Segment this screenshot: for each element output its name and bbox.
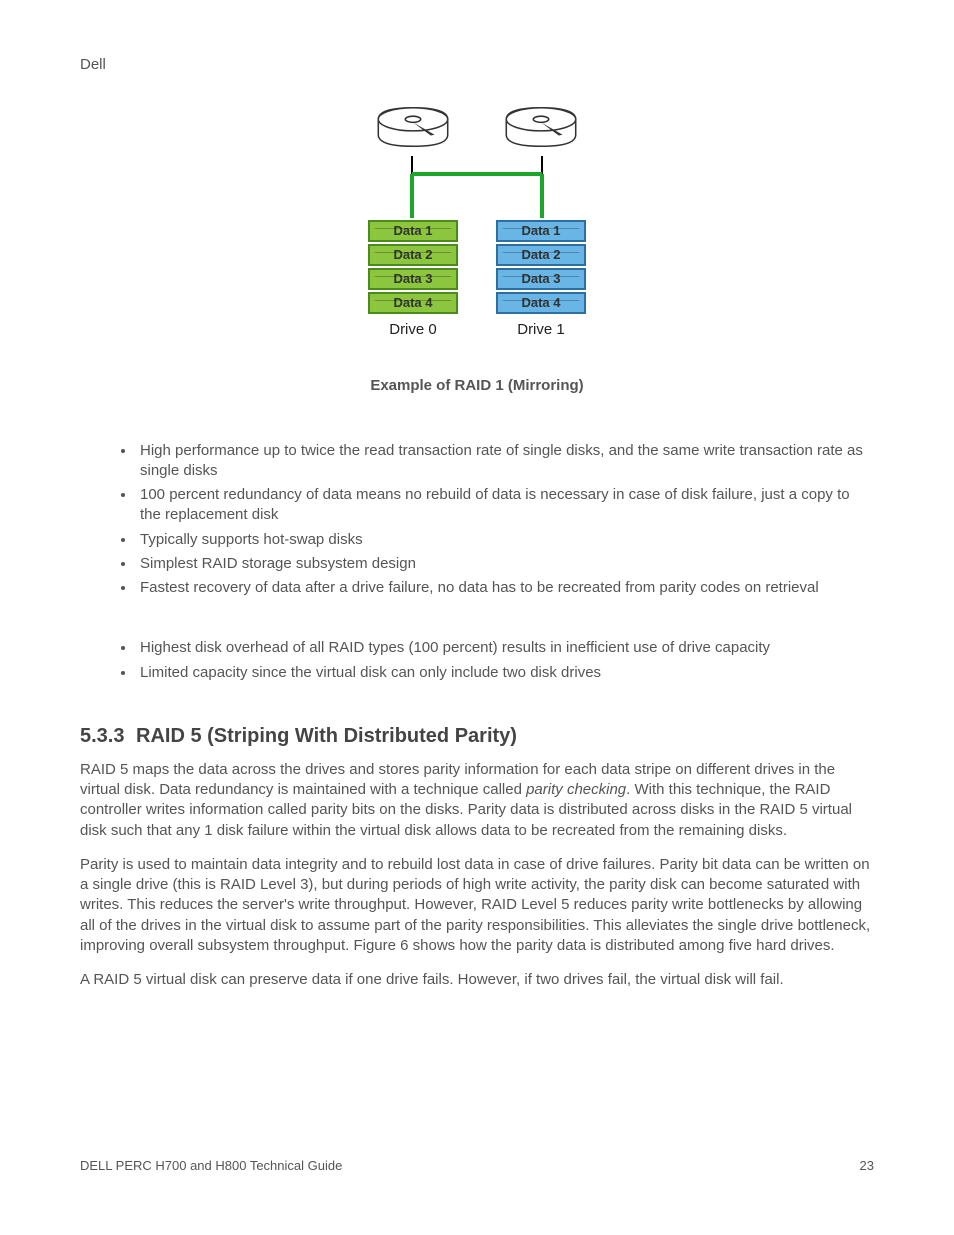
data-block: Data 3 <box>368 268 458 290</box>
page-content: Data 1Data 2Data 3Data 4Drive 0Data 1Dat… <box>80 90 874 1004</box>
parity-checking-term: parity checking <box>526 781 626 798</box>
raid1-figure: Data 1Data 2Data 3Data 4Drive 0Data 1Dat… <box>80 100 874 397</box>
figure-caption: Example of RAID 1 (Mirroring) <box>80 376 874 396</box>
page-footer: DELL PERC H700 and H800 Technical Guide … <box>80 1157 874 1175</box>
footer-doc-title: DELL PERC H700 and H800 Technical Guide <box>80 1157 342 1175</box>
paragraph: Parity is used to maintain data integrit… <box>80 855 874 956</box>
data-block: Data 2 <box>368 244 458 266</box>
list-item: Fastest recovery of data after a drive f… <box>136 578 874 598</box>
drive-label: Drive 0 <box>389 320 437 340</box>
list-item: Limited capacity since the virtual disk … <box>136 663 874 683</box>
data-block: Data 1 <box>368 220 458 242</box>
list-item: High performance up to twice the read tr… <box>136 441 874 482</box>
list-item: Highest disk overhead of all RAID types … <box>136 638 874 658</box>
disadvantages-list: Highest disk overhead of all RAID types … <box>80 638 874 683</box>
brand-label: Dell <box>80 55 106 75</box>
data-stack: Data 1Data 2Data 3Data 4 Drive 1 <box>496 220 586 340</box>
data-block: Data 1 <box>496 220 586 242</box>
list-item: Simplest RAID storage subsystem design <box>136 554 874 574</box>
disk-icons-row <box>362 100 592 154</box>
section-number: 5.3.3 <box>80 723 136 750</box>
section-title: RAID 5 (Striping With Distributed Parity… <box>136 723 517 750</box>
connector-bus <box>362 154 592 220</box>
disk-icon <box>501 100 581 154</box>
data-block: Data 4 <box>496 292 586 314</box>
data-block: Data 2 <box>496 244 586 266</box>
list-item: 100 percent redundancy of data means no … <box>136 485 874 526</box>
drive-label: Drive 1 <box>517 320 565 340</box>
footer-page-number: 23 <box>860 1157 874 1175</box>
data-block: Data 4 <box>368 292 458 314</box>
advantages-list: High performance up to twice the read tr… <box>80 441 874 599</box>
list-item: Typically supports hot-swap disks <box>136 530 874 550</box>
data-block: Data 3 <box>496 268 586 290</box>
paragraph: A RAID 5 virtual disk can preserve data … <box>80 970 874 990</box>
paragraph: RAID 5 maps the data across the drives a… <box>80 760 874 841</box>
data-stacks-row: Data 1Data 2Data 3Data 4Drive 0Data 1Dat… <box>362 220 592 340</box>
data-stack: Data 1Data 2Data 3Data 4 Drive 0 <box>368 220 458 340</box>
section-heading: 5.3.3 RAID 5 (Striping With Distributed … <box>80 723 874 750</box>
disk-icon <box>373 100 453 154</box>
